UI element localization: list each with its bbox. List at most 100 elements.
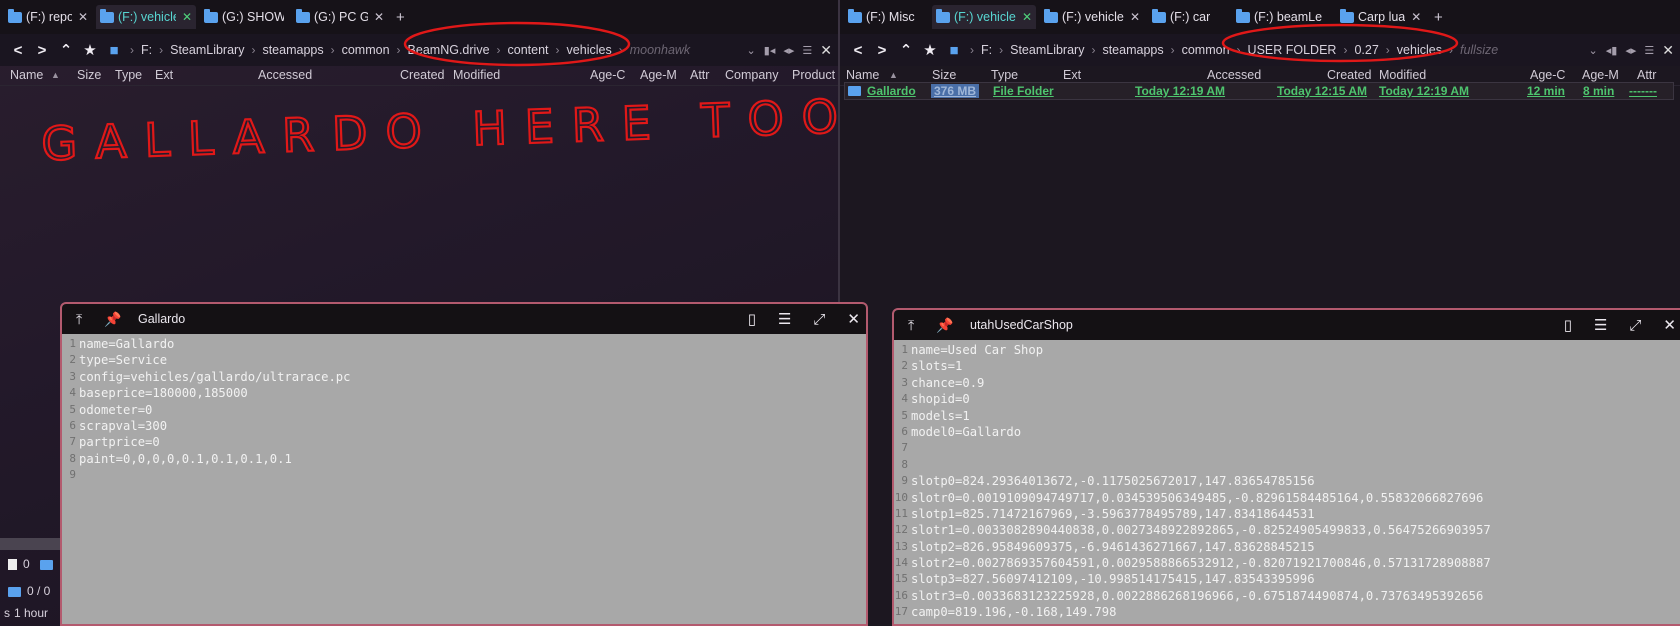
up-icon[interactable]: ⌃ bbox=[54, 41, 78, 59]
breadcrumb-ghost[interactable]: moonhawk bbox=[630, 43, 690, 57]
tab-left-2[interactable]: (G:) SHOWS bbox=[200, 5, 288, 29]
code-line[interactable]: 9 slotp0=824.29364013672,-0.1175025672017… bbox=[894, 473, 1680, 489]
menu-icon[interactable]: ☰ bbox=[1644, 44, 1654, 57]
tab-right-3[interactable]: (F:) car bbox=[1148, 5, 1228, 29]
close-icon[interactable]: ✕ bbox=[374, 10, 384, 24]
col-created[interactable]: Created bbox=[1327, 68, 1371, 82]
code-line[interactable]: 3 chance=0.9 bbox=[894, 375, 1680, 391]
code-line[interactable]: 2 slots=1 bbox=[894, 358, 1680, 374]
col-age-c[interactable]: Age-C bbox=[590, 68, 625, 82]
code-line[interactable]: 12 slotr1=0.0033082890440838,0.0027348922… bbox=[894, 522, 1680, 538]
code-line[interactable]: 11 slotp1=825.71472167969,-3.596377849578… bbox=[894, 506, 1680, 522]
tab-left-1[interactable]: (F:) vehicles ✕ bbox=[96, 5, 196, 29]
code-line[interactable]: 13 slotp2=826.95849609375,-6.946143627166… bbox=[894, 539, 1680, 555]
close-icon[interactable]: ✕ bbox=[78, 10, 88, 24]
editor-text-area[interactable]: 1 name=Gallardo 2 type=Service 3 config=vehic… bbox=[62, 334, 866, 484]
col-age-m[interactable]: Age-M bbox=[640, 68, 677, 82]
code-line[interactable]: 10 slotr0=0.0019109094749717,0.0345395063… bbox=[894, 490, 1680, 506]
tab-left-0[interactable]: (F:) repo ✕ bbox=[4, 5, 92, 29]
panel-toggle-icon[interactable]: ◂▮ bbox=[1606, 44, 1618, 57]
breadcrumb-item[interactable]: USER FOLDER bbox=[1248, 43, 1337, 57]
col-ext[interactable]: Ext bbox=[155, 68, 173, 82]
tab-right-1[interactable]: (F:) vehicles ✕ bbox=[932, 5, 1036, 29]
breadcrumb-item[interactable]: vehicles bbox=[567, 43, 612, 57]
col-age-m[interactable]: Age-M bbox=[1582, 68, 1619, 82]
forward-icon[interactable]: > bbox=[870, 42, 894, 59]
close-icon[interactable]: ✕ bbox=[1022, 10, 1032, 24]
col-type[interactable]: Type bbox=[991, 68, 1018, 82]
star-icon[interactable]: ★ bbox=[78, 41, 102, 59]
editor-text-area[interactable]: 1 name=Used Car Shop 2 slots=1 3 chance=0.9 4 s… bbox=[894, 340, 1680, 621]
code-line[interactable]: 8 paint=0,0,0,0,0.1,0.1,0.1,0.1 bbox=[62, 451, 866, 467]
code-line[interactable]: 2 type=Service bbox=[62, 352, 866, 368]
breadcrumb-item[interactable]: 0.27 bbox=[1354, 43, 1378, 57]
add-tab-button[interactable]: + bbox=[392, 9, 409, 26]
breadcrumb-item[interactable]: steamapps bbox=[262, 43, 323, 57]
back-icon[interactable]: < bbox=[846, 42, 870, 59]
breadcrumb-item[interactable]: F: bbox=[141, 43, 152, 57]
close-icon[interactable]: ✕ bbox=[182, 10, 192, 24]
expand-icon[interactable]: ⤢ bbox=[1629, 317, 1641, 334]
dropdown-icon[interactable]: ⌄ bbox=[1589, 44, 1598, 57]
code-line[interactable]: 6 scrapval=300 bbox=[62, 418, 866, 434]
dropdown-icon[interactable]: ⌄ bbox=[747, 44, 756, 57]
panel-toggle-icon[interactable]: ▮◂ bbox=[764, 44, 776, 57]
col-attr[interactable]: Attr bbox=[1637, 68, 1656, 82]
code-line[interactable]: 5 odometer=0 bbox=[62, 402, 866, 418]
code-line[interactable]: 8 bbox=[894, 457, 1680, 473]
breadcrumb-ghost[interactable]: fullsize bbox=[1460, 43, 1498, 57]
tab-right-2[interactable]: (F:) vehicles ✕ bbox=[1040, 5, 1144, 29]
document-icon[interactable]: ▯ bbox=[748, 310, 756, 328]
pin-top-icon[interactable]: ⤒ bbox=[908, 317, 936, 334]
list-icon[interactable]: ☰ bbox=[778, 310, 791, 328]
code-line[interactable]: 17 camp0=819.196,-0.168,149.798 bbox=[894, 604, 1680, 620]
code-line[interactable]: 6 model0=Gallardo bbox=[894, 424, 1680, 440]
code-line[interactable]: 3 config=vehicles/gallardo/ultrarace.pc bbox=[62, 369, 866, 385]
pin-top-icon[interactable]: ⤒ bbox=[76, 311, 104, 328]
sync-icon[interactable]: ◂▸ bbox=[783, 44, 794, 57]
breadcrumb-item[interactable]: vehicles bbox=[1397, 43, 1442, 57]
col-name[interactable]: Name bbox=[10, 68, 43, 82]
up-icon[interactable]: ⌃ bbox=[894, 41, 918, 59]
col-attr[interactable]: Attr bbox=[690, 68, 709, 82]
list-icon[interactable]: ☰ bbox=[1594, 316, 1607, 334]
code-line[interactable]: 1 name=Used Car Shop bbox=[894, 342, 1680, 358]
code-line[interactable]: 16 slotr3=0.0033683123225928,0.0022886268… bbox=[894, 588, 1680, 604]
row-name[interactable]: Gallardo bbox=[867, 84, 916, 98]
tab-right-4[interactable]: (F:) beamLe bbox=[1232, 5, 1332, 29]
code-line[interactable]: 4 shopid=0 bbox=[894, 391, 1680, 407]
col-name[interactable]: Name bbox=[846, 68, 879, 82]
close-icon[interactable]: ✕ bbox=[1662, 42, 1674, 59]
col-accessed[interactable]: Accessed bbox=[1207, 68, 1261, 82]
menu-icon[interactable]: ☰ bbox=[802, 44, 812, 57]
col-age-c[interactable]: Age-C bbox=[1530, 68, 1565, 82]
tab-left-3[interactable]: (G:) PC Gam ✕ bbox=[292, 5, 388, 29]
col-modified[interactable]: Modified bbox=[453, 68, 500, 82]
pin-icon[interactable]: 📌 bbox=[936, 317, 964, 334]
breadcrumb-item[interactable]: content bbox=[508, 43, 549, 57]
col-size[interactable]: Size bbox=[932, 68, 956, 82]
col-created[interactable]: Created bbox=[400, 68, 444, 82]
breadcrumb-item[interactable]: BeamNG.drive bbox=[408, 43, 490, 57]
expand-icon[interactable]: ⤢ bbox=[813, 311, 825, 328]
tab-right-0[interactable]: (F:) Misc bbox=[844, 5, 928, 29]
col-size[interactable]: Size bbox=[77, 68, 101, 82]
close-icon[interactable]: ✕ bbox=[847, 310, 860, 328]
code-line[interactable]: 7 bbox=[894, 440, 1680, 456]
horizontal-scrollbar[interactable] bbox=[0, 538, 60, 550]
col-ext[interactable]: Ext bbox=[1063, 68, 1081, 82]
close-icon[interactable]: ✕ bbox=[1663, 316, 1676, 334]
breadcrumb-item[interactable]: SteamLibrary bbox=[170, 43, 244, 57]
code-line[interactable]: 7 partprice=0 bbox=[62, 434, 866, 450]
sync-icon[interactable]: ◂▸ bbox=[1625, 44, 1636, 57]
breadcrumb-item[interactable]: common bbox=[1182, 43, 1230, 57]
document-icon[interactable]: ▯ bbox=[1564, 316, 1572, 334]
col-type[interactable]: Type bbox=[115, 68, 142, 82]
col-modified[interactable]: Modified bbox=[1379, 68, 1426, 82]
breadcrumb-item[interactable]: SteamLibrary bbox=[1010, 43, 1084, 57]
add-tab-button[interactable]: + bbox=[1430, 9, 1447, 26]
code-line[interactable]: 15 slotp3=827.56097412109,-10.99851417541… bbox=[894, 571, 1680, 587]
col-company[interactable]: Company bbox=[725, 68, 779, 82]
star-icon[interactable]: ★ bbox=[918, 41, 942, 59]
col-accessed[interactable]: Accessed bbox=[258, 68, 312, 82]
